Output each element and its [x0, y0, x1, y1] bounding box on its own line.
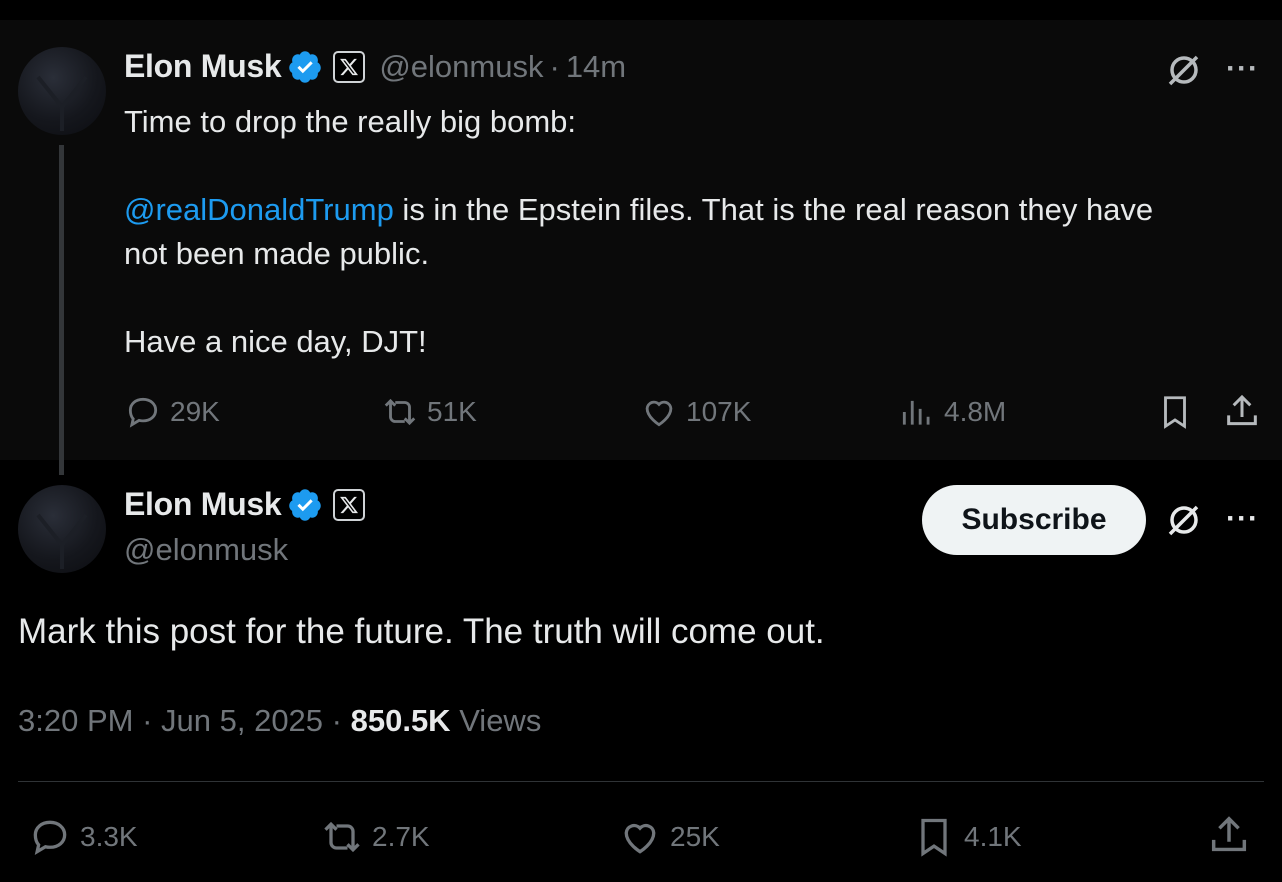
repost-icon: [324, 821, 360, 853]
like-count: 25K: [670, 821, 720, 852]
author-name[interactable]: Elon Musk: [124, 48, 282, 85]
more-icon[interactable]: ···: [1226, 52, 1259, 86]
like-icon: [624, 823, 656, 854]
like-count: 107K: [686, 396, 752, 427]
bookmark-button[interactable]: 4.1K: [912, 815, 1022, 859]
x-logo-icon: [333, 50, 366, 83]
separator-dot: ·: [133, 703, 162, 738]
reply-count: 29K: [170, 396, 220, 427]
text-line: not been made public.: [124, 236, 430, 271]
post-meta: 3:20 PM · Jun 5, 2025 · 850.5K Views: [18, 703, 541, 739]
main-post-text: Mark this post for the future. The truth…: [18, 612, 825, 651]
verified-badge-icon: [289, 488, 322, 521]
separator-dot: ·: [549, 48, 560, 84]
share-icon[interactable]: [1206, 813, 1252, 859]
parent-post-header: Elon Musk @elonmusk · 14m: [124, 48, 626, 85]
repost-count: 2.7K: [372, 821, 430, 852]
bookmark-icon: [921, 818, 947, 857]
grok-icon[interactable]: [1164, 500, 1204, 540]
views-icon: [902, 400, 930, 425]
avatar[interactable]: [18, 47, 106, 135]
divider: [18, 781, 1264, 782]
verified-badge-icon: [289, 50, 322, 83]
text-line: Have a nice day, DJT!: [124, 324, 427, 359]
like-button[interactable]: 25K: [618, 815, 720, 859]
thread-line: [59, 145, 64, 475]
post-time[interactable]: 14m: [566, 49, 626, 85]
reply-button[interactable]: 3.3K: [28, 815, 138, 859]
reply-icon: [33, 820, 67, 856]
reply-count: 3.3K: [80, 821, 138, 852]
bookmark-icon[interactable]: [1156, 393, 1194, 431]
author-handle[interactable]: @elonmusk: [124, 532, 288, 568]
bookmark-count: 4.1K: [964, 821, 1022, 852]
repost-button[interactable]: 51K: [381, 393, 477, 431]
reply-icon: [128, 397, 158, 428]
mention-link[interactable]: @realDonaldTrump: [124, 192, 394, 227]
grok-icon[interactable]: [1164, 50, 1204, 90]
reply-button[interactable]: 29K: [124, 393, 220, 431]
views-button[interactable]: 4.8M: [898, 393, 1006, 431]
post-date[interactable]: Jun 5, 2025: [161, 703, 323, 738]
share-icon[interactable]: [1222, 392, 1262, 432]
repost-icon: [384, 398, 416, 426]
more-icon[interactable]: ···: [1226, 502, 1259, 536]
text-line: is in the Epstein files. That is the rea…: [393, 192, 1154, 227]
post-time[interactable]: 3:20 PM: [18, 703, 133, 738]
separator-dot: ·: [323, 703, 351, 738]
main-post-header: Elon Musk: [124, 486, 366, 523]
repost-count: 51K: [427, 396, 477, 427]
author-name[interactable]: Elon Musk: [124, 486, 282, 523]
x-logo-icon: [333, 488, 366, 521]
author-handle[interactable]: @elonmusk: [379, 49, 543, 85]
avatar[interactable]: [18, 485, 106, 573]
views-count: 850.5K: [350, 703, 451, 738]
repost-button[interactable]: 2.7K: [320, 815, 430, 859]
top-bar: [0, 0, 1282, 20]
views-count: 4.8M: [944, 396, 1007, 427]
like-icon: [645, 400, 673, 427]
text-line: Time to drop the really big bomb:: [124, 104, 577, 139]
parent-post-text: Time to drop the really big bomb: @realD…: [124, 100, 1254, 364]
like-button[interactable]: 107K: [640, 393, 751, 431]
views-label: Views: [450, 703, 542, 738]
subscribe-button[interactable]: Subscribe: [922, 485, 1146, 555]
